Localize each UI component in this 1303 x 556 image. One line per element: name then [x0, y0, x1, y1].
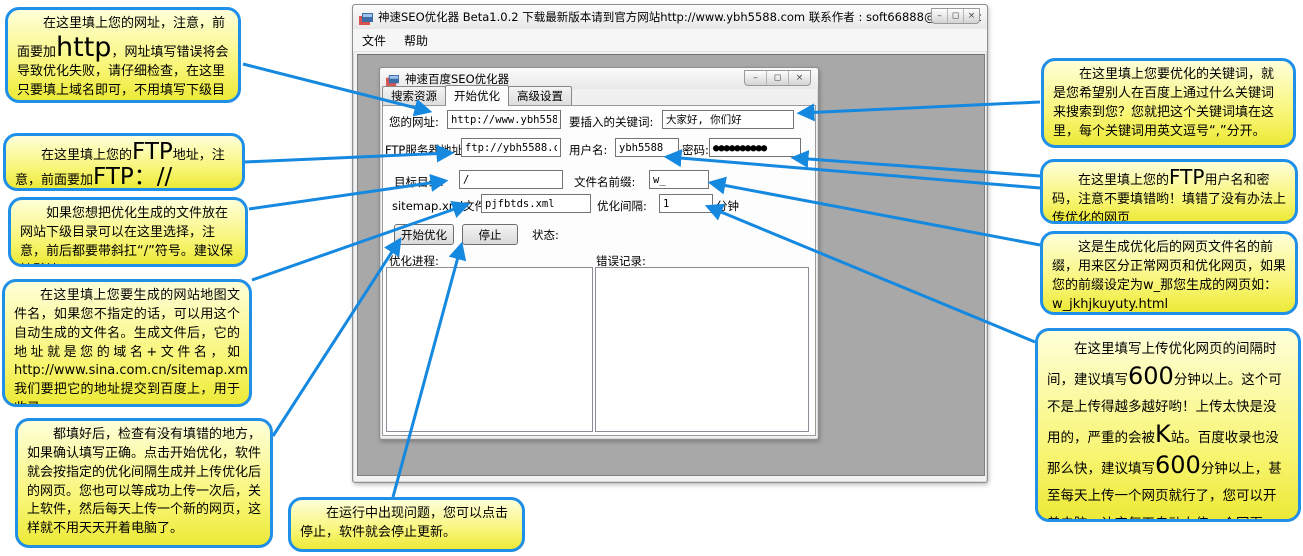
app-icon [359, 11, 373, 24]
callout-ftp-address: 在这里填上您的FTP地址，注意，前面要加FTP：// [3, 133, 245, 191]
menu-file[interactable]: 文件 [353, 30, 395, 51]
password-label: 密码: [682, 142, 709, 158]
username-input[interactable] [615, 138, 679, 157]
username-label: 用户名: [569, 142, 607, 158]
child-window: 神速百度SEO优化器 – ◻ × 搜索资源 开始优化 高级设置 您的网址: [379, 67, 819, 440]
mdi-client-area: 神速百度SEO优化器 – ◻ × 搜索资源 开始优化 高级设置 您的网址: [357, 54, 985, 476]
tab-start-optimize[interactable]: 开始优化 [445, 85, 509, 106]
callout-ftp-auth: 在这里填上您的FTP用户名和密码，注意不要填错哟！填错了没有办法上传优化的网页 [1040, 159, 1298, 224]
target-dir-label: 目标目录: [394, 174, 444, 190]
child-window-controls: – ◻ × [744, 70, 811, 86]
target-dir-input[interactable] [459, 170, 563, 189]
progress-listbox[interactable] [386, 267, 593, 432]
main-window-title: 神速SEO优化器 Beta1.0.2 下载最新版本请到官方网站http://ww… [378, 9, 981, 25]
callout-start-optimize: 都填好后，检查有没有填错的地方，如果确认填写正确。点击开始优化，软件就会按指定的… [15, 418, 273, 548]
url-label: 您的网址: [389, 114, 439, 130]
child-app-icon [386, 72, 400, 85]
interval-unit-label: 分钟 [716, 198, 739, 214]
tab-search-resources[interactable]: 搜索资源 [382, 86, 446, 106]
callout-keywords: 在这里填上您要优化的关键词，就是您希望别人在百度上通过什么关键词来搜索到您？您就… [1041, 58, 1296, 148]
callout-prefix: 这是生成优化后的网页文件名的前缀，用来区分正常网页和优化网页，如果您的前缀设定为… [1040, 231, 1298, 315]
interval-label: 优化间隔: [597, 198, 647, 214]
child-minimize-icon[interactable]: – [745, 71, 766, 85]
start-optimize-button[interactable]: 开始优化 [394, 224, 454, 245]
menubar: 文件 帮助 [353, 29, 987, 52]
child-close-icon[interactable]: × [788, 71, 810, 85]
tabstrip: 搜索资源 开始优化 高级设置 [382, 90, 571, 106]
callout-stop: 在运行中出现问题，您可以点击停止，软件就会停止更新。 [288, 497, 525, 552]
status-label: 状态: [532, 227, 559, 243]
keywords-input[interactable] [662, 110, 794, 129]
main-titlebar[interactable]: 神速SEO优化器 Beta1.0.2 下载最新版本请到官方网站http://ww… [353, 5, 987, 29]
callout-target-dir: 如果您想把优化生成的文件放在网站下级目录可以在这里选择，注意，前后都要带斜扛“/… [8, 197, 248, 267]
stop-button[interactable]: 停止 [462, 224, 518, 245]
maximize-icon[interactable]: ◻ [947, 9, 963, 23]
ftp-label: FTP服务器地址: [385, 142, 467, 158]
prefix-input[interactable] [649, 170, 709, 189]
password-input[interactable] [709, 138, 801, 157]
child-maximize-icon[interactable]: ◻ [766, 71, 788, 85]
keywords-label: 要插入的关键词: [569, 114, 653, 130]
url-input[interactable] [447, 110, 561, 129]
screenshot-canvas: 神速SEO优化器 Beta1.0.2 下载最新版本请到官方网站http://ww… [0, 0, 1303, 556]
ftp-input[interactable] [461, 138, 561, 157]
prefix-label: 文件名前缀: [574, 174, 635, 190]
interval-input[interactable] [659, 194, 713, 213]
minimize-icon[interactable]: – [932, 9, 947, 23]
menu-help[interactable]: 帮助 [395, 30, 437, 51]
close-icon[interactable]: × [963, 9, 979, 23]
tabpage-start-optimize: 您的网址: 要插入的关键词: FTP服务器地址: 用户名: 密码: 目标目录: … [382, 105, 816, 436]
errors-listbox[interactable] [595, 267, 809, 432]
main-window: 神速SEO优化器 Beta1.0.2 下载最新版本请到官方网站http://ww… [352, 4, 988, 483]
tab-advanced-settings[interactable]: 高级设置 [508, 86, 572, 106]
sitemap-input[interactable] [481, 194, 591, 213]
callout-interval: 在这里填写上传优化网页的间隔时间，建议填写600分钟以上。这个可不是上传得越多越… [1035, 328, 1301, 522]
callout-url: 在这里填上您的网址，注意，前面要加http，网址填写错误将会导致优化失败，请仔细… [5, 7, 241, 103]
callout-sitemap: 在这里填上您要生成的网站地图文件名，如果您不指定的话，可以用这个自动生成的文件名… [2, 279, 252, 407]
main-window-controls: – ◻ × [931, 8, 980, 24]
